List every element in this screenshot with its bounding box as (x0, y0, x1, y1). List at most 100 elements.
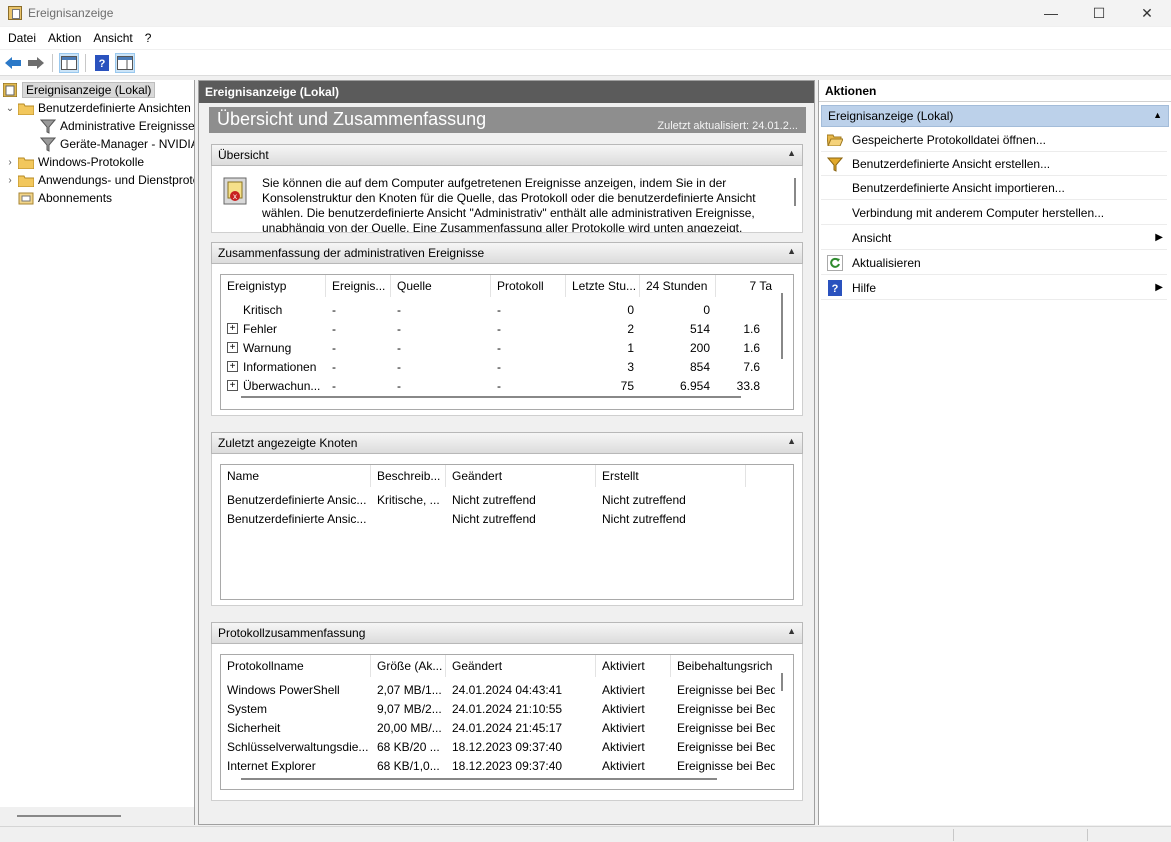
expand-chevron-icon[interactable]: › (4, 174, 16, 186)
table-row[interactable]: + Warnung - - - 1 200 1.6 (221, 338, 780, 357)
collapse-arrow-icon[interactable]: ▲ (787, 436, 796, 446)
table-cell: 20,00 MB/... (377, 720, 442, 735)
expand-plus-icon[interactable]: + (227, 361, 238, 372)
table-cell: 7.6 (743, 359, 760, 374)
action-label: Benutzerdefinierte Ansicht erstellen... (852, 156, 1051, 171)
expand-plus-icon[interactable]: + (227, 323, 238, 334)
table-row[interactable]: Sicherheit 20,00 MB/... 24.01.2024 21:45:1… (221, 718, 775, 737)
column-header[interactable]: Beibehaltungsrich (671, 655, 775, 677)
minimize-button[interactable]: — (1027, 0, 1075, 26)
section-recent-nodes-title: Zuletzt angezeigte Knoten (218, 436, 358, 450)
table-row[interactable]: + Überwachun... - - -75 6.954 33.8 (221, 376, 780, 395)
back-button[interactable] (3, 53, 23, 73)
column-header[interactable]: Aktiviert (596, 655, 671, 677)
expand-plus-icon[interactable]: + (227, 380, 238, 391)
column-header[interactable]: Erstellt (596, 465, 746, 487)
table-row[interactable]: Internet Explorer 68 KB/1,0... 18.12.2023 … (221, 756, 775, 775)
admin-summary-hscroll[interactable] (241, 396, 741, 398)
column-header[interactable]: Name (221, 465, 371, 487)
actions-group-label: Ereignisanzeige (Lokal) (828, 109, 954, 123)
menu-help[interactable]: ? (139, 31, 158, 45)
section-admin-summary-header[interactable]: Zusammenfassung der administrativen Erei… (211, 242, 803, 264)
blank-icon (827, 230, 843, 246)
column-header[interactable]: 7 Ta (716, 275, 780, 297)
tree-item-subscriptions[interactable]: Abonnements (18, 189, 112, 207)
help-button[interactable]: ? (92, 53, 112, 73)
section-overview-header[interactable]: Übersicht ▲ (211, 144, 803, 166)
tree-item-app-logs[interactable]: › Anwendungs- und Dienstprotokolle (4, 171, 194, 189)
table-cell: - (397, 378, 401, 393)
column-header[interactable]: Größe (Ak... (371, 655, 446, 677)
collapse-arrow-icon[interactable]: ▲ (787, 626, 796, 636)
column-header[interactable]: Protokollname (221, 655, 371, 677)
svg-text:?: ? (832, 283, 839, 295)
log-summary-hscroll[interactable] (241, 778, 717, 780)
column-header[interactable]: Ereignis... (326, 275, 391, 297)
tree-item-root[interactable]: Ereignisanzeige (Lokal) (2, 81, 156, 99)
table-cell: 854 (689, 359, 710, 374)
column-header[interactable]: Protokoll (491, 275, 566, 297)
section-recent-nodes-header[interactable]: Zuletzt angezeigte Knoten ▲ (211, 432, 803, 454)
column-header[interactable]: Ereignistyp (221, 275, 326, 297)
tree-horizontal-scrollbar[interactable] (0, 807, 194, 825)
column-header[interactable]: Beschreib... (371, 465, 446, 487)
table-row[interactable]: Benutzerdefinierte Ansic... Kritische, ..… (221, 490, 746, 509)
action-connect-computer[interactable]: Verbindung mit anderem Computer herstell… (821, 201, 1167, 225)
tree-item-windows-logs[interactable]: › Windows-Protokolle (4, 153, 144, 171)
table-row[interactable]: System 9,07 MB/2... 24.01.2024 21:10:55 Akt… (221, 699, 775, 718)
table-row[interactable]: Schlüsselverwaltungsdie... 68 KB/20 ... 18… (221, 737, 775, 756)
action-help[interactable]: ? Hilfe ▶ (821, 276, 1167, 300)
table-row[interactable]: Benutzerdefinierte Ansic... Nicht zutreff… (221, 509, 746, 528)
table-row[interactable]: Windows PowerShell 2,07 MB/1... 24.01.2024… (221, 680, 775, 699)
close-button[interactable]: ✕ (1123, 0, 1171, 26)
table-row[interactable]: Kritisch - - - 0 0 (221, 300, 780, 319)
table-cell: Aktiviert (602, 758, 645, 773)
column-header[interactable]: Quelle (391, 275, 491, 297)
collapse-arrow-icon[interactable]: ▲ (1153, 110, 1162, 120)
section-log-summary-header[interactable]: Protokollzusammenfassung ▲ (211, 622, 803, 644)
show-hide-console-tree-button[interactable] (59, 52, 79, 73)
table-cell: - (397, 359, 401, 374)
expand-chevron-icon[interactable]: › (4, 156, 16, 168)
table-row[interactable]: + Fehler - - - 2 514 1.6 (221, 319, 780, 338)
action-import-custom-view[interactable]: Benutzerdefinierte Ansicht importieren..… (821, 176, 1167, 200)
table-cell: - (332, 359, 336, 374)
table-cell: 0 (627, 302, 634, 317)
column-header[interactable]: Geändert (446, 655, 596, 677)
tree-item-custom-views[interactable]: ⌄ Benutzerdefinierte Ansichten (4, 99, 191, 117)
column-header[interactable]: Geändert (446, 465, 596, 487)
action-create-custom-view[interactable]: Benutzerdefinierte Ansicht erstellen... (821, 152, 1167, 176)
table-cell: 514 (689, 321, 710, 336)
collapse-arrow-icon[interactable]: ▲ (787, 148, 796, 158)
tree-item-admin-events[interactable]: Administrative Ereignisse (40, 117, 194, 135)
close-icon: ✕ (1141, 4, 1153, 21)
table-cell: Nicht zutreffend (602, 511, 686, 526)
forward-button[interactable] (26, 53, 46, 73)
column-header[interactable]: 24 Stunden (640, 275, 716, 297)
console-tree-icon (61, 55, 77, 70)
tree-item-device-manager[interactable]: Geräte-Manager - NVIDIA (40, 135, 195, 153)
action-open-saved-log[interactable]: Gespeicherte Protokolldatei öffnen... (821, 128, 1167, 152)
table-cell: 200 (689, 340, 710, 355)
menu-ansicht[interactable]: Ansicht (87, 31, 138, 45)
table-cell: Ereignisse bei Beda (677, 720, 775, 735)
event-type-label: Fehler (243, 321, 278, 336)
collapse-chevron-icon[interactable]: ⌄ (4, 102, 16, 114)
menu-datei[interactable]: Datei (2, 31, 42, 45)
maximize-button[interactable]: ☐ (1075, 0, 1123, 26)
action-view[interactable]: Ansicht ▶ (821, 226, 1167, 250)
menu-aktion[interactable]: Aktion (42, 31, 87, 45)
column-header[interactable]: Letzte Stu... (566, 275, 640, 297)
actions-group-header[interactable]: Ereignisanzeige (Lokal) ▲ (821, 105, 1169, 127)
window-title: Ereignisanzeige (28, 6, 114, 20)
overview-scrollbar[interactable] (794, 178, 796, 206)
action-refresh[interactable]: Aktualisieren (821, 251, 1167, 275)
collapse-arrow-icon[interactable]: ▲ (787, 246, 796, 256)
tree-label-device-manager: Geräte-Manager - NVIDIA (60, 137, 195, 151)
table-row[interactable]: + Informationen - - -3 854 7.6 (221, 357, 780, 376)
log-summary-vscroll[interactable] (781, 673, 783, 691)
refresh-icon (827, 254, 843, 271)
expand-plus-icon[interactable]: + (227, 342, 238, 353)
admin-summary-vscroll[interactable] (781, 293, 783, 359)
show-hide-action-pane-button[interactable] (115, 52, 135, 73)
